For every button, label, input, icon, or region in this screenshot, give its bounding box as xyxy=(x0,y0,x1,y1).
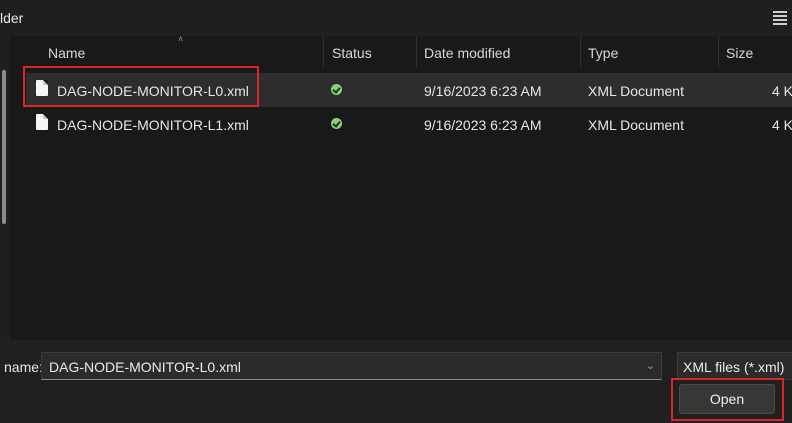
file-row[interactable]: DAG-NODE-MONITOR-L1.xml 9/16/2023 6:23 A… xyxy=(26,107,792,141)
selection-highlight-box xyxy=(23,66,259,107)
column-header-name[interactable]: Name xyxy=(48,45,85,61)
file-date-modified: 9/16/2023 6:23 AM xyxy=(424,83,542,99)
column-divider[interactable] xyxy=(416,36,417,68)
file-type-select[interactable]: XML files (*.xml) xyxy=(677,352,792,380)
sync-status-check-icon xyxy=(331,84,342,95)
file-date-modified: 9/16/2023 6:23 AM xyxy=(424,117,542,133)
file-name-label: name: xyxy=(4,359,43,375)
file-type: XML Document xyxy=(588,117,684,133)
file-size: 4 K xyxy=(772,83,792,99)
file-type-select-value: XML files (*.xml) xyxy=(683,359,785,375)
column-header-type[interactable]: Type xyxy=(588,45,618,61)
chevron-down-icon[interactable]: ⌄ xyxy=(646,359,655,372)
column-divider[interactable] xyxy=(323,36,324,68)
column-header-size[interactable]: Size xyxy=(726,45,753,61)
sort-ascending-icon: ˄ xyxy=(178,34,184,44)
navigation-pane xyxy=(0,36,10,340)
dialog-footer: name: DAG-NODE-MONITOR-L0.xml ⌄ XML file… xyxy=(0,340,792,423)
view-options-icon[interactable] xyxy=(770,8,790,26)
column-header-date-modified[interactable]: Date modified xyxy=(424,45,510,61)
sync-status-check-icon xyxy=(331,118,342,129)
file-name-input[interactable]: DAG-NODE-MONITOR-L0.xml ⌄ xyxy=(41,352,662,380)
file-list: ˄ Name Status Date modified Type Size DA… xyxy=(12,34,792,340)
file-name: DAG-NODE-MONITOR-L1.xml xyxy=(57,117,249,133)
address-bar: lder xyxy=(0,0,792,36)
column-divider[interactable] xyxy=(580,36,581,68)
breadcrumb[interactable]: lder xyxy=(0,10,23,26)
open-button-highlight-box xyxy=(671,378,784,421)
file-type: XML Document xyxy=(588,83,684,99)
file-size: 4 K xyxy=(772,117,792,133)
column-header-status[interactable]: Status xyxy=(332,45,372,61)
document-icon xyxy=(36,114,48,130)
column-header-row: ˄ Name Status Date modified Type Size xyxy=(12,34,792,68)
file-name-input-value: DAG-NODE-MONITOR-L0.xml xyxy=(49,359,241,375)
navigation-scrollbar[interactable] xyxy=(2,70,6,224)
column-divider[interactable] xyxy=(718,36,719,68)
